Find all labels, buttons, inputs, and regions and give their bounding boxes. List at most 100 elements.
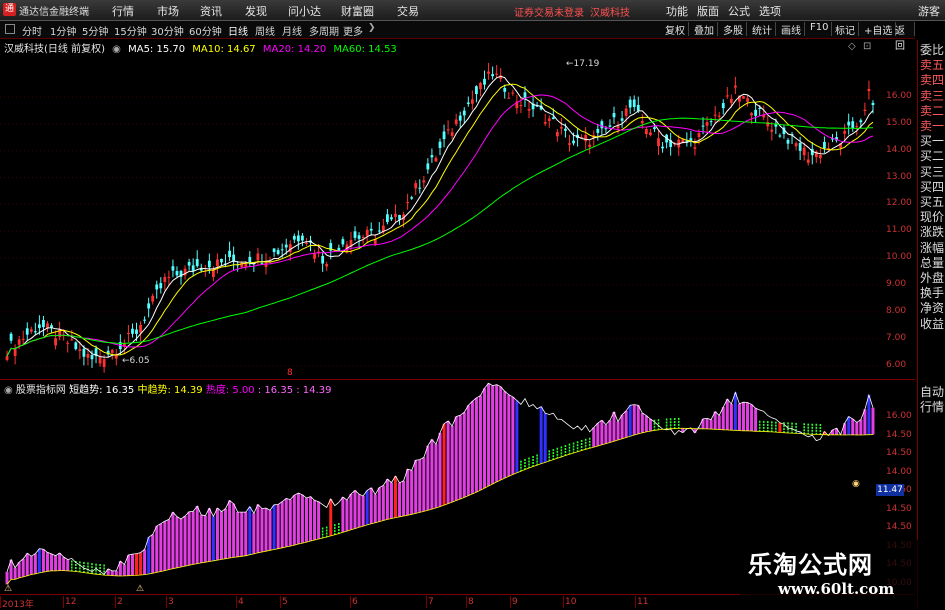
candle-body [503, 88, 506, 92]
candle-body [188, 262, 191, 266]
indicator-bar-up [30, 556, 33, 574]
guest-user[interactable]: 游客 [918, 3, 940, 19]
date-tick-mark [563, 596, 564, 608]
indicator-bar-up [252, 513, 255, 554]
indicator-bar-up [236, 512, 239, 557]
menu-shichang[interactable]: 市场 [157, 3, 179, 19]
candle-body [50, 325, 53, 327]
candle-body [91, 355, 94, 359]
menu-gongshi[interactable]: 公式 [728, 3, 750, 19]
indicator-bar-up [778, 423, 781, 433]
tab-60min[interactable]: 60分钟 [189, 23, 222, 38]
indicator-bar-up [204, 516, 207, 563]
price-chart[interactable] [0, 54, 915, 379]
indicator-bar-up [402, 481, 405, 516]
menu-jiaoyi[interactable]: 交易 [397, 3, 419, 19]
indicator-bar-up [349, 494, 352, 530]
indicator-bar-up [479, 396, 482, 491]
ma5-line [7, 76, 873, 357]
indicator-bar-up [382, 485, 385, 520]
auto-quote-label-1[interactable]: 行情 [920, 401, 944, 414]
candle-body [487, 72, 490, 74]
back-button[interactable]: 返回 [892, 22, 915, 36]
indicator-bar-up [410, 470, 413, 514]
candle-body [689, 138, 692, 140]
overlay-button[interactable]: 叠加 [691, 22, 718, 36]
indicator-bar-up [608, 420, 611, 442]
indicator-tick: 16.00 [886, 411, 912, 421]
candle-body [14, 349, 17, 356]
indicator-bar-up [244, 512, 247, 556]
menu-wenxiaoda[interactable]: 问小达 [288, 3, 321, 19]
candle-body [560, 127, 563, 128]
indicator-bar-up [451, 426, 454, 502]
tab-fenshi[interactable]: 分时 [22, 23, 42, 38]
grid-toggle-icon[interactable] [5, 24, 15, 34]
tab-weekly[interactable]: 周线 [255, 23, 275, 38]
candle-body [588, 145, 591, 147]
menu-faxian[interactable]: 发现 [245, 3, 267, 19]
zoom-icon[interactable]: ⊡ [863, 41, 871, 52]
multi-stock-button[interactable]: 多股 [720, 22, 747, 36]
candle-body [26, 328, 29, 334]
tab-1min[interactable]: 1分钟 [50, 23, 76, 38]
menu-zixun[interactable]: 资讯 [200, 3, 222, 19]
menu-banmian[interactable]: 版面 [697, 3, 719, 19]
candle-body [572, 141, 575, 144]
menu-gongneng[interactable]: 功能 [666, 3, 688, 19]
candle-body [758, 108, 761, 109]
menu-xuanxiang[interactable]: 选项 [759, 3, 781, 19]
tab-15min[interactable]: 15分钟 [114, 23, 147, 38]
tab-30min[interactable]: 30分钟 [151, 23, 184, 38]
menu-hangqing[interactable]: 行情 [112, 3, 134, 19]
indicator-bar-up [540, 407, 543, 464]
login-warning[interactable]: 证券交易未登录 [514, 4, 584, 19]
candle-body [354, 231, 357, 238]
candle-body [584, 135, 587, 141]
indicator-bar-up [443, 424, 446, 505]
fuquan-button[interactable]: 复权 [662, 22, 689, 36]
price-tick: 13.00 [886, 172, 912, 182]
indicator-bar-up [596, 423, 599, 446]
more-arrow-icon[interactable]: ❯ [368, 23, 376, 33]
candle-body [855, 126, 858, 127]
candle-body [710, 121, 713, 122]
event-marker-icon[interactable]: 8 [287, 368, 293, 378]
indicator-bar-up [220, 512, 223, 560]
tab-5min[interactable]: 5分钟 [82, 23, 108, 38]
statistics-button[interactable]: 统计 [749, 22, 776, 36]
candle-body [366, 230, 369, 236]
indicator-bar-up [507, 395, 510, 477]
indicator-bar-up [196, 506, 199, 564]
candle-body [159, 283, 162, 288]
tab-daily[interactable]: 日线 [228, 23, 248, 38]
indicator-bar-up [851, 419, 854, 435]
indicator-bar-up [265, 508, 268, 551]
candle-body [649, 132, 652, 135]
date-tick: 6 [352, 597, 358, 607]
indicator-bar-up [394, 476, 397, 517]
indicator-bar-up [159, 524, 162, 572]
candle-body [422, 180, 425, 182]
indicator-bar-up [418, 460, 421, 513]
tab-monthly[interactable]: 月线 [282, 23, 302, 38]
diamond-icon[interactable]: ◇ [848, 41, 856, 52]
indicator-bar-up [135, 554, 138, 576]
indicator-bar-up [289, 500, 292, 546]
draw-line-button[interactable]: 画线 [778, 22, 805, 36]
f10-button[interactable]: F10 [807, 22, 832, 36]
tab-more[interactable]: 更多 [343, 23, 363, 38]
candle-body [42, 320, 45, 327]
mark-button[interactable]: 标记 [832, 22, 859, 36]
candle-body [38, 324, 41, 327]
candle-body [281, 249, 284, 250]
auto-quote-label-0[interactable]: 自动 [920, 386, 944, 399]
candle-body [605, 128, 608, 129]
date-tick: 2013年 [2, 597, 34, 610]
candle-body [167, 277, 170, 278]
indicator-bar-up [293, 495, 296, 545]
candle-body [568, 143, 571, 145]
tab-multi-period[interactable]: 多周期 [309, 23, 339, 38]
menu-caifuquan[interactable]: 财富圈 [341, 3, 374, 19]
candle-body [131, 329, 134, 334]
